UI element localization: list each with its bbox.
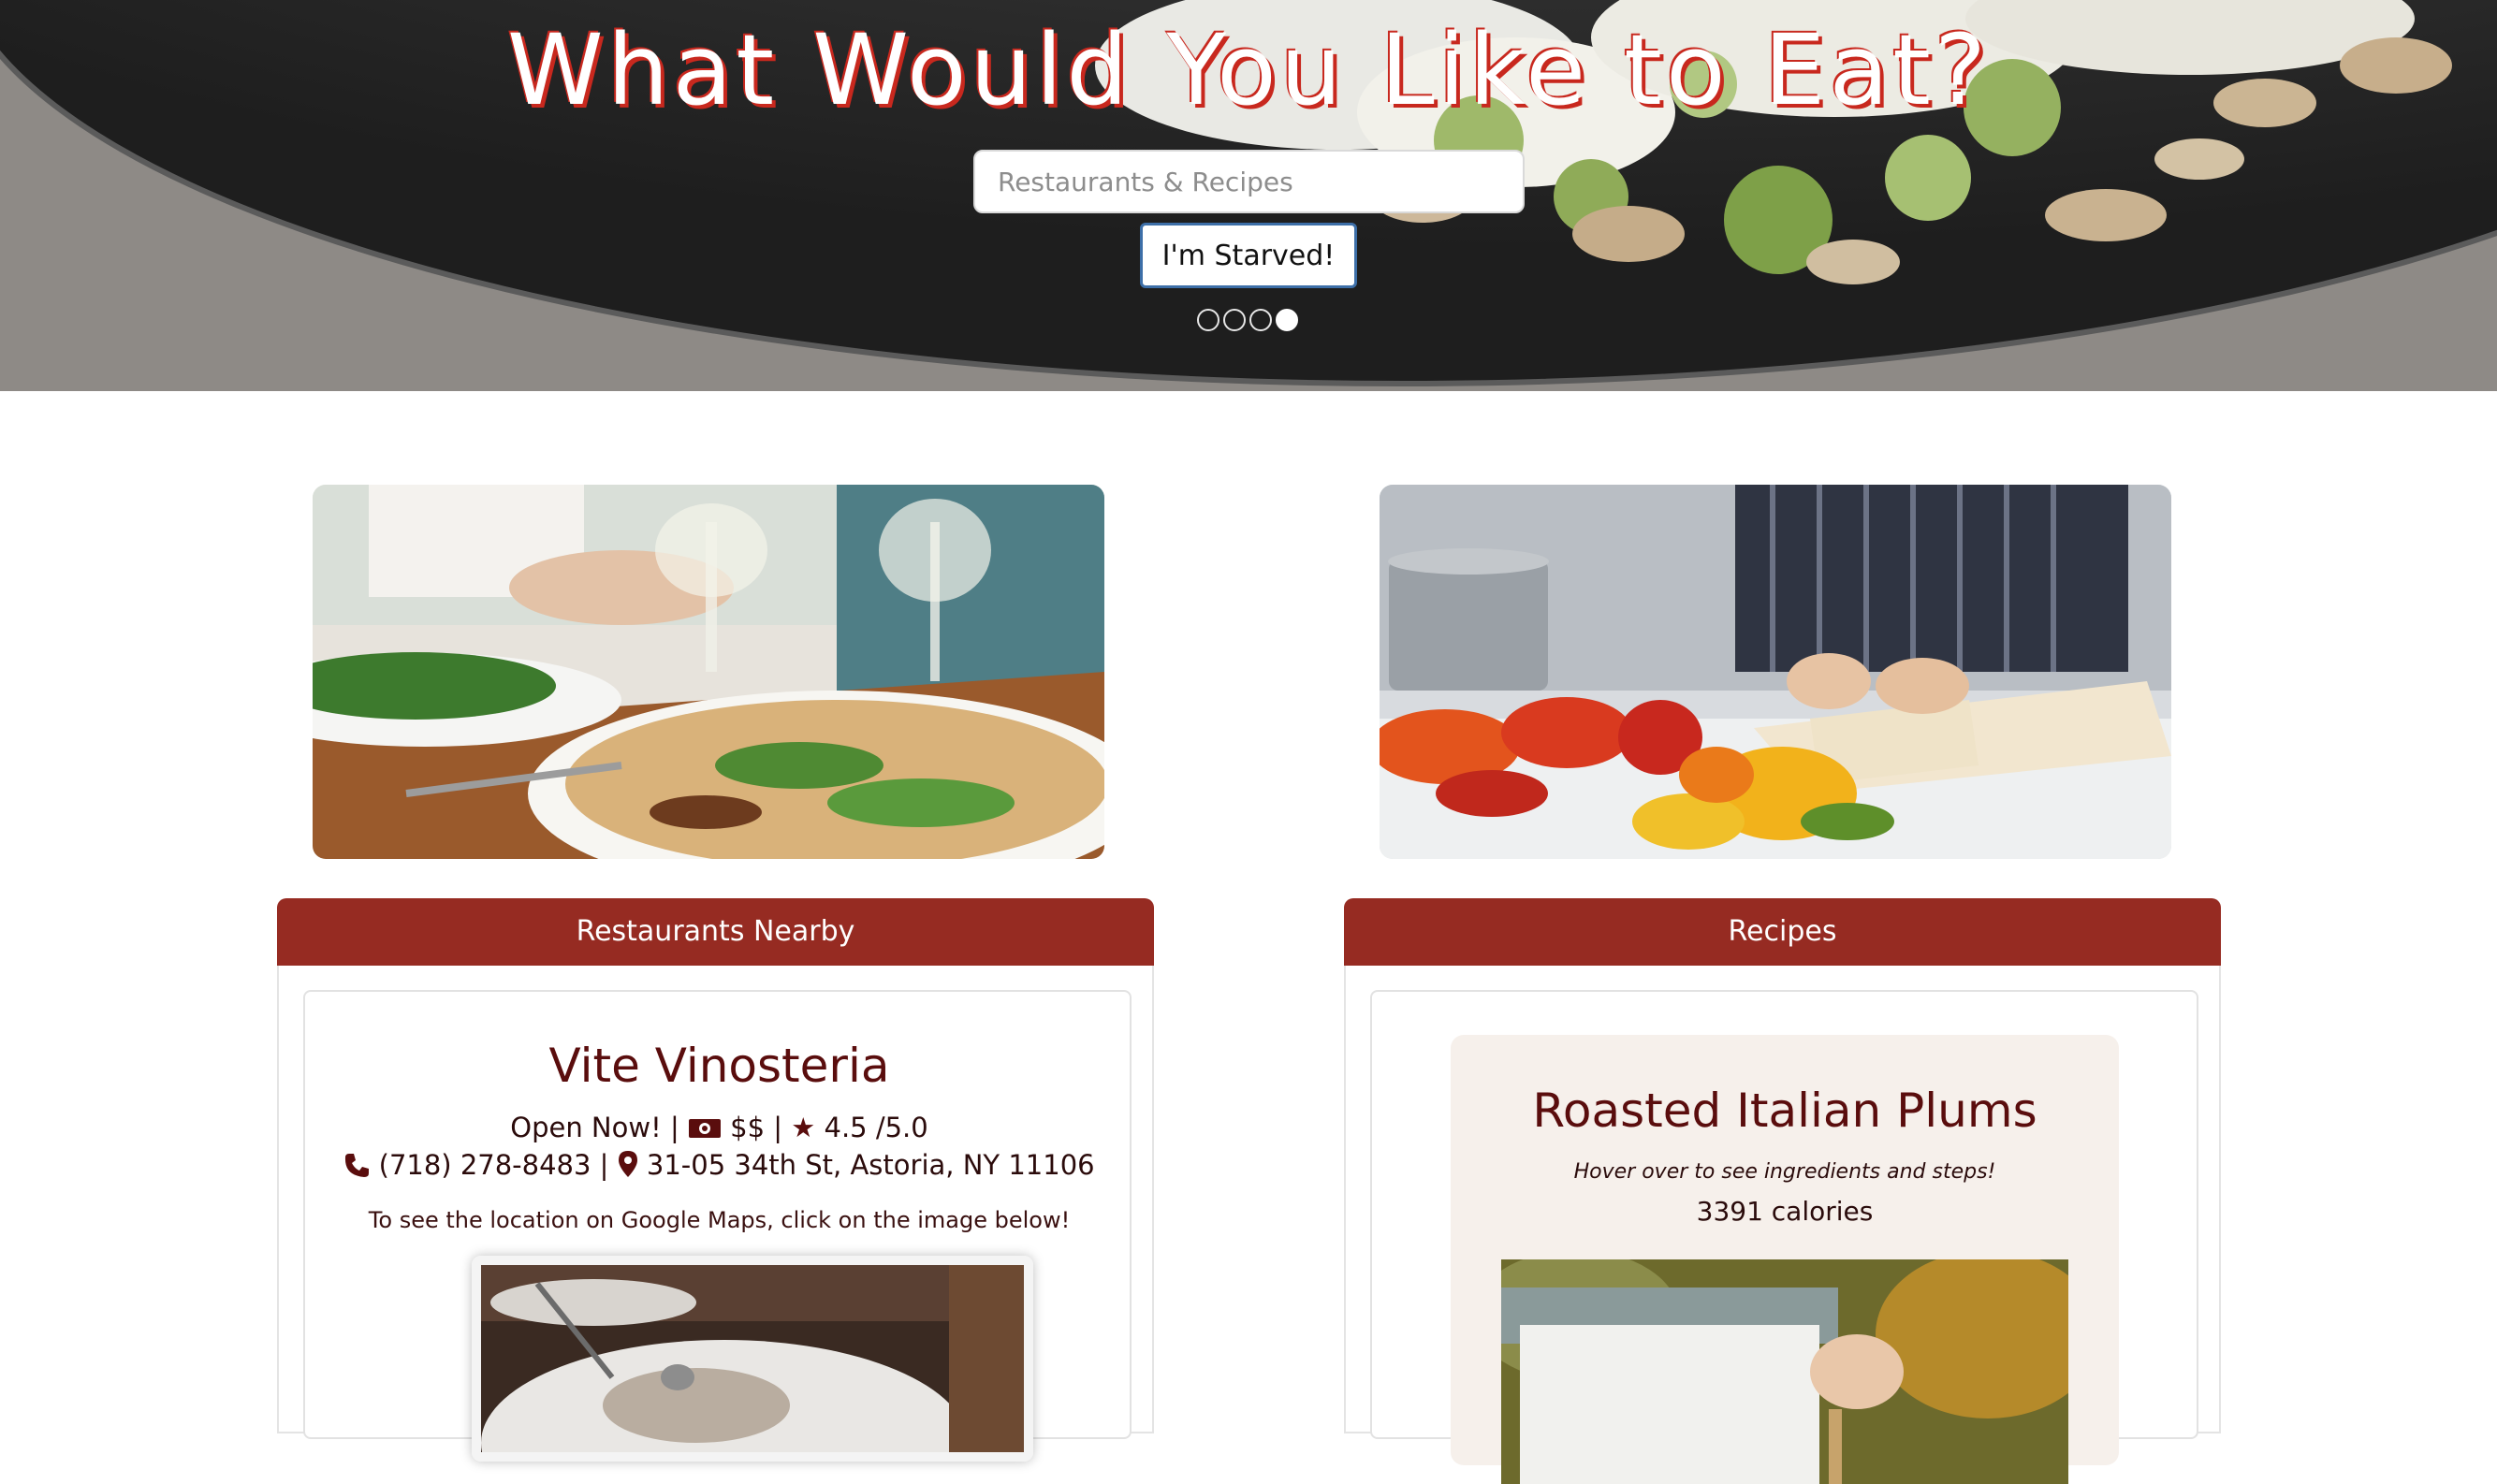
separator: | bbox=[669, 1112, 679, 1143]
recipes-card-container: Roasted Italian Plums Hover over to see … bbox=[1370, 990, 2198, 1484]
restaurants-header: Restaurants Nearby bbox=[277, 898, 1154, 966]
separator: | bbox=[773, 1112, 783, 1143]
recipe-hover-hint: Hover over to see ingredients and steps! bbox=[1573, 1160, 1996, 1184]
carousel-dot-1[interactable] bbox=[1197, 309, 1219, 331]
restaurant-info-line: Open Now! | $$ | ★ 4.5 /5.0 bbox=[305, 1112, 1133, 1143]
rating: 4.5 /5.0 bbox=[824, 1112, 928, 1143]
address: 31-05 34th St, Astoria, NY 11106 bbox=[646, 1149, 1095, 1181]
search-input[interactable] bbox=[973, 150, 1525, 213]
carousel-indicators bbox=[1197, 309, 1298, 331]
recipe-calories: 3391 calories bbox=[1696, 1196, 1874, 1227]
recipes-panel: Roasted Italian Plums Hover over to see … bbox=[1344, 966, 2221, 1484]
restaurant-card: Vite Vinosteria Open Now! | $$ | ★ 4.5 /… bbox=[303, 990, 1133, 1462]
map-note: To see the location on Google Maps, clic… bbox=[368, 1207, 1071, 1233]
recipe-feature-image bbox=[1380, 485, 2171, 859]
restaurants-panel: Vite Vinosteria Open Now! | $$ | ★ 4.5 /… bbox=[277, 966, 1154, 1462]
im-starved-button[interactable]: I'm Starved! bbox=[1140, 223, 1357, 288]
map-pin-icon bbox=[618, 1149, 647, 1181]
money-icon bbox=[688, 1112, 730, 1143]
recipes-header: Recipes bbox=[1344, 898, 2221, 966]
hero-title: What Would You Like to Eat? bbox=[506, 13, 1991, 127]
restaurant-contact-line: (718) 278-8483 | 31-05 34th St, Astoria,… bbox=[305, 1149, 1133, 1181]
phone-number[interactable]: (718) 278-8483 bbox=[379, 1149, 591, 1181]
separator: | bbox=[599, 1149, 609, 1181]
restaurant-feature-image bbox=[313, 485, 1104, 859]
recipe-title: Roasted Italian Plums bbox=[1532, 1084, 2037, 1138]
recipe-card[interactable]: Roasted Italian Plums Hover over to see … bbox=[1451, 1035, 2119, 1484]
open-status: Open Now! bbox=[510, 1112, 662, 1143]
carousel-dot-4[interactable] bbox=[1276, 309, 1298, 331]
restaurant-map-image[interactable] bbox=[472, 1256, 1033, 1462]
recipe-image bbox=[1501, 1259, 2068, 1484]
carousel-dot-2[interactable] bbox=[1223, 309, 1246, 331]
star-icon: ★ bbox=[791, 1112, 816, 1143]
phone-icon bbox=[343, 1149, 378, 1181]
hero-banner: What Would You Like to Eat? I'm Starved! bbox=[0, 0, 2497, 391]
carousel-dot-3[interactable] bbox=[1249, 309, 1272, 331]
restaurant-name: Vite Vinosteria bbox=[548, 1039, 890, 1093]
price-level: $$ bbox=[730, 1112, 766, 1143]
